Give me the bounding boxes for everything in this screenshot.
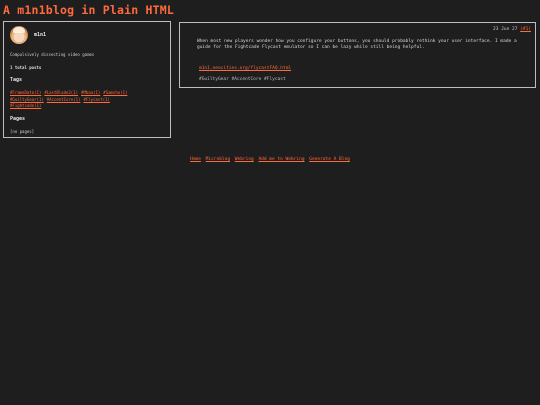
footer-link-webring[interactable]: Webring [235,157,254,162]
post-date-text: 23 Jun 27 [493,27,518,32]
profile-header: m1n1 [10,26,46,44]
site-title: A m1n1blog in Plain HTML [3,3,174,17]
tag-link[interactable]: #FrameData(1) [10,90,41,95]
footer-link-home[interactable]: Home [190,157,201,162]
post-date: 23 Jun 27 (#1) [493,27,531,32]
post-body: When most new players wonder how you con… [197,39,517,51]
footer-nav: Home Microblog Webring Add me to Webring… [0,157,540,162]
footer-link-add-webring[interactable]: Add me to Webring [258,157,304,162]
profile-tagline: Compulsively dissecting video games [10,52,95,57]
footer-link-microblog[interactable]: Microblog [206,157,230,162]
tag-link[interactable]: #LastBlade2(1) [44,90,78,95]
tag-list: #FrameData(1) #LastBlade2(1) #Mbaa(1) #Sams… [10,90,166,110]
post-tags: #GuiltyGear #AccentCore #Flycast [199,77,286,82]
footer-link-generate-blog[interactable]: Generate A Blog [309,157,350,162]
tags-heading: Tags [10,77,23,83]
tag-link[interactable]: #GuiltyGear(1) [10,97,44,102]
blog-post: 23 Jun 27 (#1) When most new players won… [179,22,536,88]
tag-link[interactable]: #Fightcade(1) [10,103,41,108]
pages-list: [no pages] [10,129,35,134]
tag-link[interactable]: #AccentCore(1) [47,97,81,102]
pages-heading: Pages [10,116,26,122]
post-link[interactable]: m1n1.neocities.org/flycastFAQ.html [199,66,291,71]
tag-link[interactable]: #Mbaa(1) [81,90,100,95]
post-permalink[interactable]: (#1) [520,27,531,32]
username: m1n1 [34,32,47,38]
avatar[interactable] [10,26,28,44]
tag-link[interactable]: #Flycast(1) [83,97,110,102]
profile-sidebar: m1n1 Compulsively dissecting video games… [3,21,171,138]
total-posts: 1 total posts [10,65,42,70]
tag-link[interactable]: #Samsho(1) [103,90,127,95]
